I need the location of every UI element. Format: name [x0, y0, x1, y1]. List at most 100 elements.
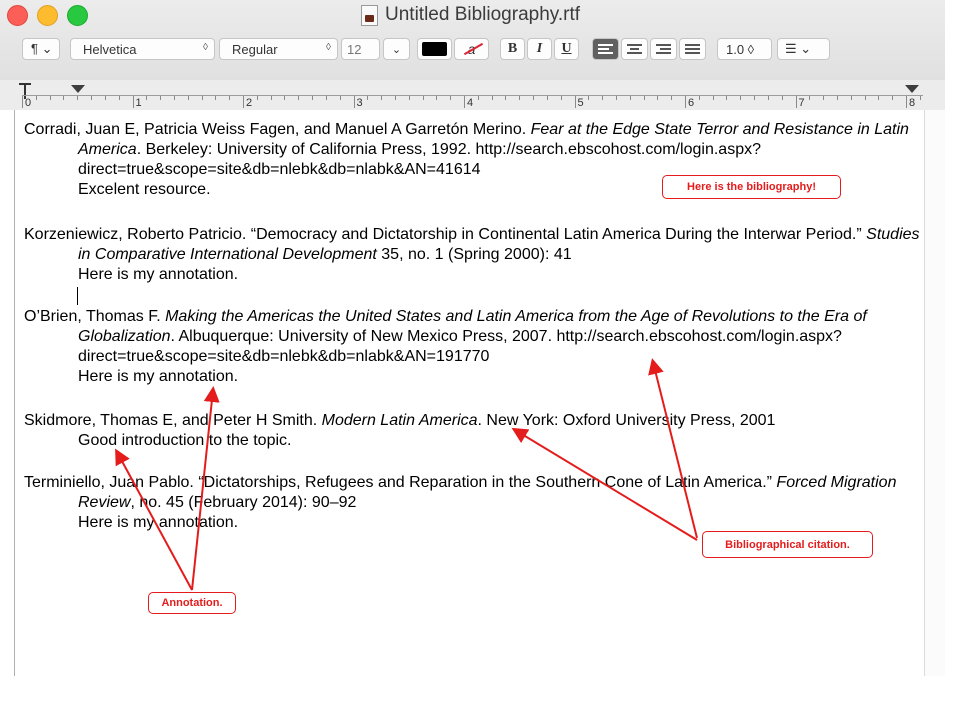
ruler-minor-tick — [878, 96, 880, 100]
bibliography-entry: Terminiello, Juan Pablo. “Dictatorships,… — [24, 473, 924, 533]
ruler-minor-tick — [312, 96, 314, 100]
align-left-icon — [598, 44, 613, 46]
list-icon: ☰ ⌄ — [785, 41, 812, 56]
ruler-minor-tick — [823, 96, 825, 100]
ruler-minor-tick — [615, 96, 617, 100]
italic-button[interactable]: I — [527, 38, 552, 60]
ruler-inch-number: 4 — [467, 97, 474, 109]
ruler-minor-tick — [270, 96, 272, 100]
ruler-minor-tick — [49, 96, 51, 100]
citation-text: , no. 45 (February 2014): 90–92 — [130, 494, 357, 511]
paragraph-styles-popup[interactable]: ¶ ⌄ — [22, 38, 60, 60]
bibliography-entry: Korzeniewicz, Roberto Patricio. “Democra… — [24, 225, 924, 285]
annotation-text: Here is my annotation. — [78, 368, 239, 385]
ruler-minor-tick — [602, 96, 604, 100]
ruler-minor-tick — [339, 96, 341, 100]
close-window-button[interactable] — [7, 5, 28, 26]
line-spacing-popup[interactable]: 1.0 ◊ — [717, 38, 772, 60]
right-margin-marker[interactable] — [905, 85, 919, 93]
vertical-scrollbar[interactable] — [924, 110, 945, 676]
ruler-minor-tick — [298, 96, 300, 100]
window-title: Untitled Bibliography.rtf — [385, 4, 581, 25]
ruler-minor-tick — [740, 96, 742, 100]
font-size-value: 12 — [347, 41, 362, 57]
align-center-button[interactable] — [621, 38, 648, 60]
bibliography-entry: Skidmore, Thomas E, and Peter H Smith. M… — [24, 411, 924, 451]
ruler-minor-tick — [394, 96, 396, 100]
ruler-minor-tick — [367, 96, 369, 100]
annotation-text: Here is my annotation. — [78, 514, 239, 531]
ruler-minor-tick — [754, 96, 756, 100]
align-right-icon-line — [656, 52, 671, 54]
list-bullets-popup[interactable]: ☰ ⌄ — [777, 38, 830, 60]
align-center-icon — [627, 44, 642, 46]
ruler-inch-tick — [464, 96, 465, 108]
align-justify-button[interactable] — [679, 38, 706, 60]
bibliographical-citation: Corradi, Juan E, Patricia Weiss Fagen, a… — [24, 120, 924, 180]
textedit-window: Untitled Bibliography.rtf ¶ ⌄ Helvetica … — [0, 0, 945, 676]
ruler-minor-tick — [422, 96, 424, 100]
text-color-well[interactable] — [417, 38, 452, 60]
align-justify-icon-line — [685, 52, 700, 54]
align-justify-icon — [685, 44, 700, 46]
ruler-inch-number: 6 — [688, 97, 695, 109]
font-style-popup[interactable]: Regular ◊ — [219, 38, 338, 60]
font-family-value: Helvetica — [83, 41, 137, 57]
align-left-button[interactable] — [592, 38, 619, 60]
align-right-icon-line — [660, 48, 671, 50]
ruler-inch-tick — [685, 96, 686, 108]
align-right-button[interactable] — [650, 38, 677, 60]
align-center-icon-line — [627, 52, 642, 54]
annotation-text: Here is my annotation. — [78, 266, 239, 283]
bibliography-entry: O’Brien, Thomas F. Making the Americas t… — [24, 307, 924, 387]
bibliographical-citation: Terminiello, Juan Pablo. “Dictatorships,… — [24, 473, 924, 513]
ruler-inch-tick — [906, 96, 907, 108]
italic-label: I — [536, 41, 543, 56]
ruler-baseline — [22, 95, 923, 96]
ruler-minor-tick — [892, 96, 894, 100]
ruler-minor-tick — [325, 96, 327, 100]
font-size-field[interactable]: 12 — [341, 38, 380, 60]
text-insertion-cursor — [77, 287, 78, 305]
ruler-minor-tick — [767, 96, 769, 100]
font-style-value: Regular — [232, 41, 278, 57]
citation-text: 35, no. 1 (Spring 2000): 41 — [376, 246, 572, 263]
citation-callout: Bibliographical citation. — [702, 531, 873, 558]
citation-text: O’Brien, Thomas F. — [24, 308, 166, 325]
ruler-minor-tick — [381, 96, 383, 100]
first-line-indent-marker[interactable] — [71, 85, 85, 93]
background-color-glyph: a — [467, 41, 476, 57]
ruler-inch-number: 0 — [25, 97, 32, 109]
minimize-window-button[interactable] — [37, 5, 58, 26]
ruler-minor-tick — [643, 96, 645, 100]
ruler-minor-tick — [519, 96, 521, 100]
ruler-minor-tick — [781, 96, 783, 100]
ruler-inch-tick — [132, 96, 134, 108]
ruler-minor-tick — [215, 96, 217, 100]
bibliographical-citation: Korzeniewicz, Roberto Patricio. “Democra… — [24, 225, 924, 265]
bold-button[interactable]: B — [500, 38, 525, 60]
ruler-minor-tick — [118, 96, 120, 100]
background-color-well[interactable]: a — [454, 38, 489, 60]
paragraph-styles-label: ¶ ⌄ — [31, 41, 53, 56]
underline-button[interactable]: U — [554, 38, 579, 60]
ruler-minor-tick — [491, 96, 493, 100]
font-size-dropdown[interactable]: ⌄ — [383, 38, 410, 60]
align-right-icon — [656, 44, 671, 46]
ruler-inch-number: 7 — [798, 97, 805, 109]
citation-text: Skidmore, Thomas E, and Peter H Smith. — [24, 412, 322, 429]
ruler-minor-tick — [560, 96, 562, 100]
ruler-inch-number: 8 — [909, 97, 916, 109]
ruler-minor-tick — [919, 96, 921, 100]
ruler-minor-tick — [698, 96, 700, 100]
align-left-icon-line — [598, 52, 613, 54]
ruler-minor-tick — [160, 96, 162, 100]
zoom-window-button[interactable] — [67, 5, 88, 26]
ruler-minor-tick — [712, 96, 714, 100]
annotation-text: Good introduction to the topic. — [78, 432, 292, 449]
ruler-minor-tick — [187, 96, 189, 100]
ruler-minor-tick — [408, 96, 410, 100]
font-family-popup[interactable]: Helvetica ◊ — [70, 38, 215, 60]
ruler-minor-tick — [201, 96, 203, 100]
ruler[interactable]: 0 1 2 3 4 5 6 7 8 — [0, 80, 945, 110]
